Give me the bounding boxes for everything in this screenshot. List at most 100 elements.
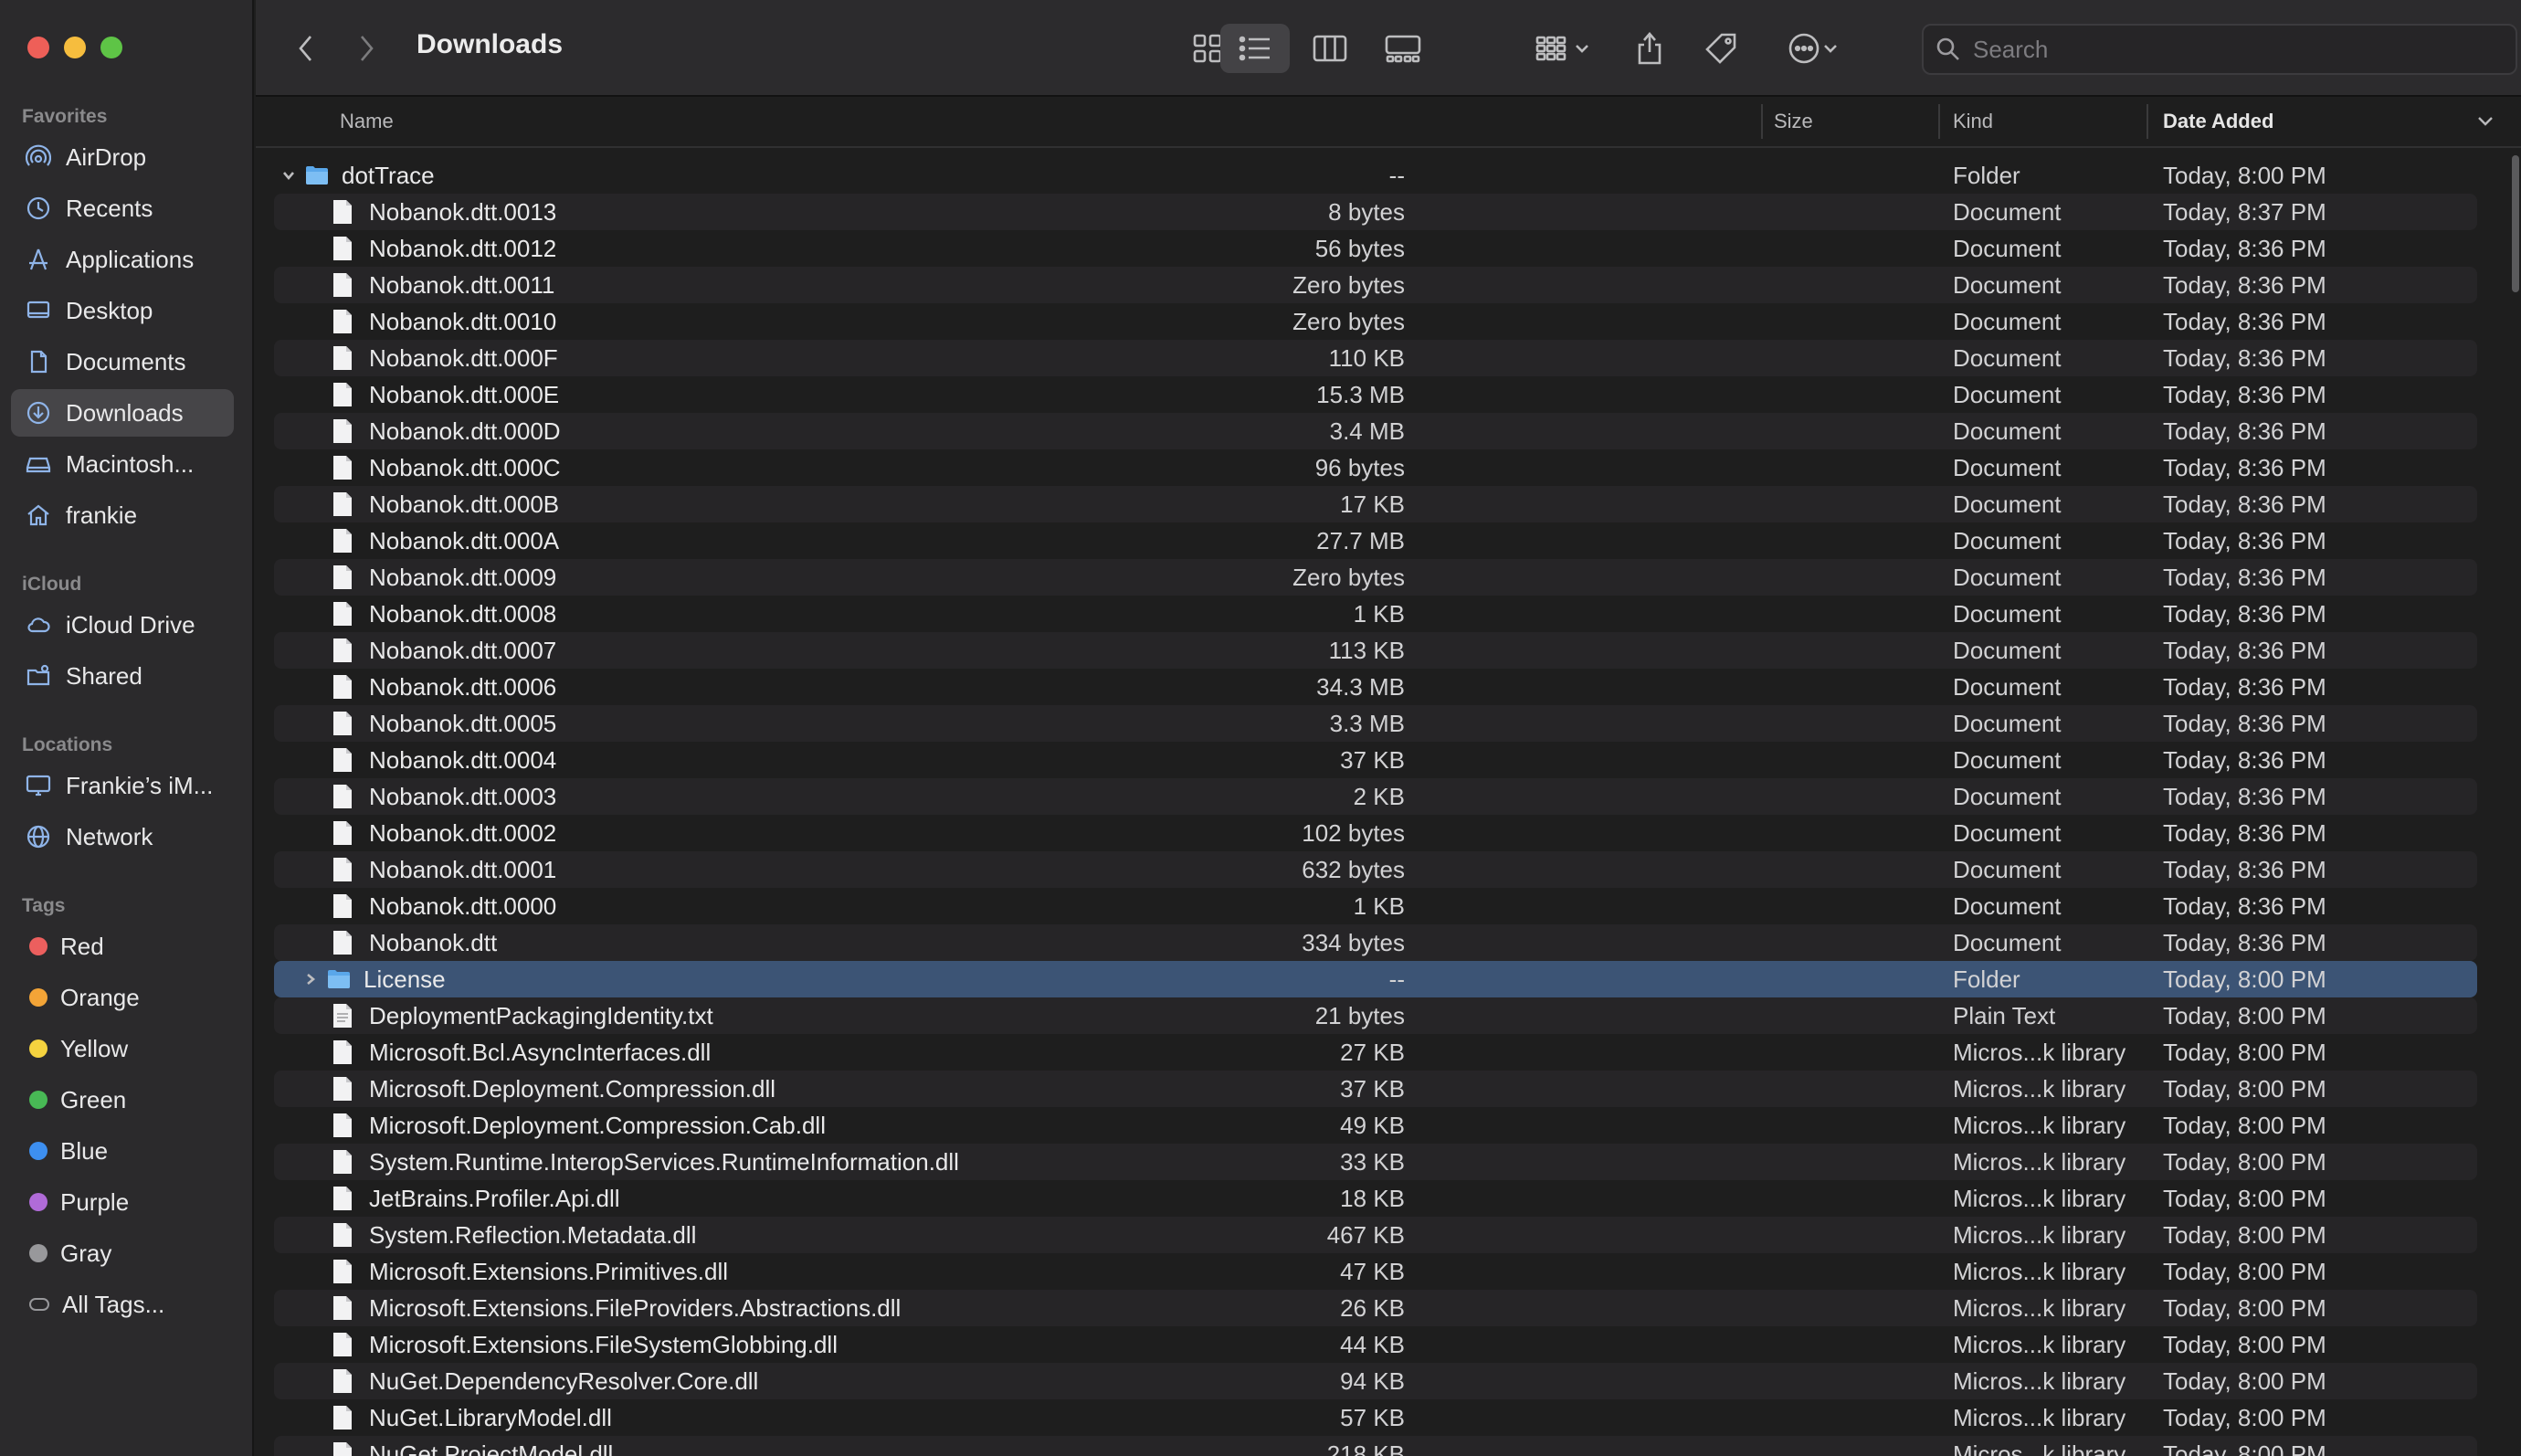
file-row[interactable]: Nobanok.dtt.0013 8 bytes Document Today,… [274, 194, 2477, 230]
sidebar-item-macintosh[interactable]: Macintosh... [11, 440, 234, 488]
file-size: 2 KB [1353, 782, 1405, 810]
file-date-added: Today, 8:00 PM [2163, 1220, 2326, 1249]
search-icon [1936, 37, 1959, 60]
sidebar-item-network[interactable]: Network [11, 813, 234, 860]
file-row[interactable]: Microsoft.Extensions.FileSystemGlobbing.… [274, 1326, 2477, 1363]
more-actions-button[interactable] [1772, 24, 1854, 73]
file-row[interactable]: System.Reflection.Metadata.dll 467 KB Mi… [274, 1217, 2477, 1253]
file-row[interactable]: DeploymentPackagingIdentity.txt 21 bytes… [274, 997, 2477, 1034]
file-row[interactable]: Nobanok.dtt.0009 Zero bytes Document Tod… [274, 559, 2477, 596]
column-divider[interactable] [1938, 104, 1940, 139]
sidebar-tag-all-tags[interactable]: All Tags... [11, 1281, 234, 1328]
sort-chevron-down-icon[interactable] [2475, 115, 2495, 128]
sidebar-section-icloud: iCloud [22, 574, 82, 595]
file-icon [332, 782, 356, 811]
sidebar-item-documents[interactable]: Documents [11, 338, 234, 385]
sidebar-item-desktop[interactable]: Desktop [11, 287, 234, 334]
file-row[interactable]: Nobanok.dtt.000D 3.4 MB Document Today, … [274, 413, 2477, 449]
file-row[interactable]: Microsoft.Bcl.AsyncInterfaces.dll 27 KB … [274, 1034, 2477, 1071]
file-size: -- [1388, 965, 1405, 993]
close-window-button[interactable] [27, 37, 49, 58]
sidebar-tag-orange[interactable]: Orange [11, 974, 234, 1021]
name-column-header[interactable]: Name [340, 97, 394, 146]
kind-column-header[interactable]: Kind [1953, 97, 1993, 146]
search-input[interactable] [1971, 34, 2486, 65]
file-row[interactable]: NuGet.DependencyResolver.Core.dll 94 KB … [274, 1363, 2477, 1399]
sidebar-tag-yellow[interactable]: Yellow [11, 1025, 234, 1072]
sidebar-item-label: Macintosh... [66, 449, 195, 478]
sidebar-item-recents[interactable]: Recents [11, 185, 234, 232]
sidebar-item-shared[interactable]: Shared [11, 652, 234, 700]
sidebar-item-applications[interactable]: Applications [11, 236, 234, 283]
file-row[interactable]: Nobanok.dtt.0011 Zero bytes Document Tod… [274, 267, 2477, 303]
minimize-window-button[interactable] [64, 37, 86, 58]
sidebar-item-frankie-s-im[interactable]: Frankie’s iM... [11, 762, 234, 809]
file-row[interactable]: Nobanok.dtt.0010 Zero bytes Document Tod… [274, 303, 2477, 340]
file-row[interactable]: Nobanok.dtt.0007 113 KB Document Today, … [274, 632, 2477, 669]
sidebar-item-downloads[interactable]: Downloads [11, 389, 234, 437]
sidebar-tag-gray[interactable]: Gray [11, 1229, 234, 1277]
file-row[interactable]: Nobanok.dtt.0003 2 KB Document Today, 8:… [274, 778, 2477, 815]
file-row[interactable]: Microsoft.Extensions.FileProviders.Abstr… [274, 1290, 2477, 1326]
zoom-window-button[interactable] [100, 37, 122, 58]
file-row[interactable]: Nobanok.dtt.0005 3.3 MB Document Today, … [274, 705, 2477, 742]
file-row[interactable]: Nobanok.dtt.0008 1 KB Document Today, 8:… [274, 596, 2477, 632]
size-column-header[interactable]: Size [1774, 97, 1813, 146]
file-row[interactable]: JetBrains.Profiler.Api.dll 18 KB Micros.… [274, 1180, 2477, 1217]
date-added-column-header[interactable]: Date Added [2163, 97, 2273, 146]
file-row[interactable]: Nobanok.dtt.000C 96 bytes Document Today… [274, 449, 2477, 486]
sidebar-tag-blue[interactable]: Blue [11, 1127, 234, 1175]
column-view-button[interactable] [1295, 24, 1365, 73]
sidebar-tag-green[interactable]: Green [11, 1076, 234, 1124]
file-name: NuGet.LibraryModel.dll [369, 1403, 612, 1431]
sidebar-item-airdrop[interactable]: AirDrop [11, 133, 234, 181]
file-row[interactable]: Nobanok.dtt.0002 102 bytes Document Toda… [274, 815, 2477, 851]
group-by-button[interactable] [1522, 24, 1604, 73]
sidebar-item-icloud-drive[interactable]: iCloud Drive [11, 601, 234, 649]
sidebar-item-frankie[interactable]: frankie [11, 491, 234, 539]
all-tags-icon [29, 1298, 49, 1311]
file-name: Nobanok.dtt.0013 [369, 197, 557, 226]
file-row[interactable]: Nobanok.dtt.000F 110 KB Document Today, … [274, 340, 2477, 376]
file-list[interactable]: dotTrace -- Folder Today, 8:00 PM Nobano… [256, 150, 2503, 1456]
file-row[interactable]: Nobanok.dtt.000A 27.7 MB Document Today,… [274, 522, 2477, 559]
tag-button[interactable] [1693, 24, 1748, 73]
disclosure-expanded-icon[interactable] [278, 157, 300, 194]
file-row[interactable]: Nobanok.dtt.000B 17 KB Document Today, 8… [274, 486, 2477, 522]
file-row[interactable]: Nobanok.dtt.0006 34.3 MB Document Today,… [274, 669, 2477, 705]
column-divider[interactable] [1761, 104, 1763, 139]
file-date-added: Today, 8:00 PM [2163, 1147, 2326, 1176]
share-button[interactable] [1622, 24, 1677, 73]
file-row[interactable]: NuGet.ProjectModel.dll 218 KB Micros...k… [274, 1436, 2477, 1456]
file-row[interactable]: Microsoft.Deployment.Compression.Cab.dll… [274, 1107, 2477, 1144]
file-name: DeploymentPackagingIdentity.txt [369, 1001, 713, 1029]
column-divider[interactable] [2147, 104, 2148, 139]
search-field[interactable] [1922, 24, 2517, 75]
file-size: 218 KB [1326, 1440, 1405, 1456]
file-row[interactable]: Nobanok.dtt.000E 15.3 MB Document Today,… [274, 376, 2477, 413]
file-row[interactable]: Nobanok.dtt 334 bytes Document Today, 8:… [274, 924, 2477, 961]
file-row[interactable]: Nobanok.dtt.0000 1 KB Document Today, 8:… [274, 888, 2477, 924]
vertical-scrollbar[interactable] [2512, 155, 2519, 292]
chevron-left-icon [299, 36, 311, 61]
file-row[interactable]: NuGet.LibraryModel.dll 57 KB Micros...k … [274, 1399, 2477, 1436]
file-kind: Document [1953, 234, 2062, 262]
sidebar-tag-red[interactable]: Red [11, 923, 234, 970]
file-row[interactable]: Nobanok.dtt.0012 56 bytes Document Today… [274, 230, 2477, 267]
file-row[interactable]: License -- Folder Today, 8:00 PM [274, 961, 2477, 997]
file-row[interactable]: Microsoft.Extensions.Primitives.dll 47 K… [274, 1253, 2477, 1290]
file-row[interactable]: Nobanok.dtt.0001 632 bytes Document Toda… [274, 851, 2477, 888]
back-button[interactable] [283, 24, 329, 73]
file-row[interactable]: Microsoft.Deployment.Compression.dll 37 … [274, 1071, 2477, 1107]
gallery-view-button[interactable] [1368, 24, 1438, 73]
file-row[interactable]: dotTrace -- Folder Today, 8:00 PM [274, 157, 2477, 194]
file-row[interactable]: Nobanok.dtt.0004 37 KB Document Today, 8… [274, 742, 2477, 778]
list-view-button[interactable] [1220, 24, 1290, 73]
file-row[interactable]: System.Runtime.InteropServices.RuntimeIn… [274, 1144, 2477, 1180]
chevron-down-icon [1576, 45, 1588, 53]
sidebar-section-locations: Locations [22, 734, 113, 755]
disclosure-collapsed-icon[interactable] [300, 961, 322, 997]
sidebar-tag-purple[interactable]: Purple [11, 1178, 234, 1226]
file-size: Zero bytes [1292, 563, 1405, 591]
forward-button[interactable] [343, 24, 389, 73]
